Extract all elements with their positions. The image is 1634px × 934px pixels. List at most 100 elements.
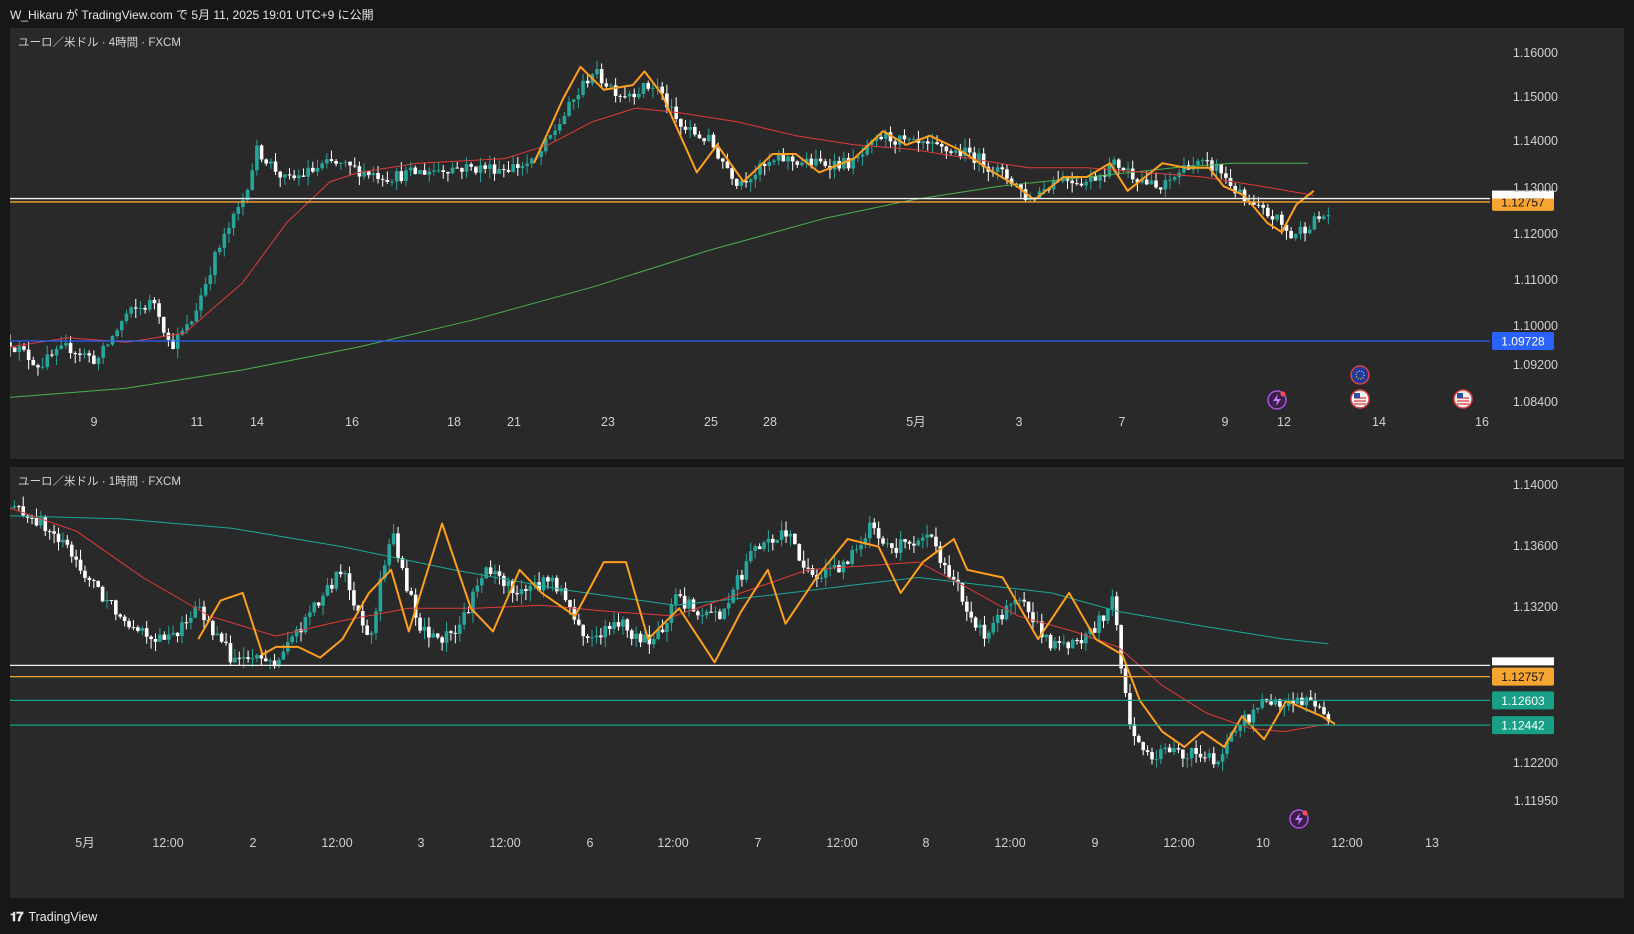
chart-4h-svg[interactable]: 1.127571.097281.160001.150001.140001.130…	[10, 28, 1624, 459]
candle-body	[568, 600, 572, 608]
candle-body	[916, 540, 921, 546]
candle-body	[1026, 601, 1031, 613]
candle-body	[713, 611, 718, 613]
candle-body	[1205, 160, 1210, 162]
x-tick-label: 5月	[906, 415, 925, 429]
candle-body	[995, 614, 1000, 624]
candle-body	[492, 164, 497, 174]
candle-body	[934, 536, 938, 547]
candle-body	[599, 68, 604, 84]
candle-body	[726, 602, 731, 609]
candle-body	[199, 295, 203, 311]
candle-body	[1106, 608, 1110, 621]
candle-body	[43, 517, 48, 532]
candle-body	[453, 632, 458, 634]
x-tick-label: 6	[587, 836, 594, 850]
candle-body	[497, 169, 501, 174]
footer: 𝟏𝟕 TradingView	[10, 906, 97, 928]
candle-body	[1321, 216, 1326, 219]
candle-body	[479, 578, 484, 586]
candle-body	[1130, 168, 1135, 180]
candle-body	[294, 629, 299, 637]
candle-body	[45, 354, 50, 367]
zigzag-line	[532, 65, 1315, 234]
candle-body	[735, 574, 740, 590]
candle-body	[1048, 634, 1053, 649]
candle-body	[557, 124, 562, 131]
candle-body	[233, 657, 237, 663]
candle-body	[269, 161, 273, 164]
candle-body	[26, 349, 31, 360]
candle-body	[767, 162, 772, 166]
candle-body	[147, 299, 152, 310]
candle-body	[762, 163, 767, 166]
candle-body	[211, 620, 215, 636]
candle-body	[68, 342, 73, 354]
tradingview-logo-icon[interactable]: 𝟏𝟕	[10, 909, 24, 925]
candle-body	[396, 533, 400, 559]
candle-body	[577, 619, 581, 625]
candle-body	[87, 577, 92, 581]
candle-body	[935, 142, 939, 145]
candle-body	[483, 165, 487, 169]
candle-body	[259, 145, 264, 160]
candle-body	[625, 619, 630, 631]
candle-body	[1141, 742, 1145, 751]
y-tick-label: 1.13000	[1513, 181, 1558, 195]
candle-body	[973, 617, 978, 628]
candle-body	[50, 354, 54, 356]
candle-body	[1159, 749, 1163, 760]
chart-pane-1h[interactable]: 1.12757 1.12603 1.12442 1.14000 1.13600 1.132…	[10, 467, 1624, 898]
chart-1h-svg[interactable]: 1.12757 1.12603 1.12442 1.14000 1.13600 1.132…	[10, 467, 1624, 898]
candle-body	[418, 617, 422, 631]
candle-body	[515, 164, 520, 168]
chart-4h-title: ユーロ／米ドル · 4時間 · FXCM	[18, 37, 181, 49]
candle-body	[506, 169, 511, 172]
candle-body	[387, 544, 392, 566]
candle-body	[669, 106, 674, 108]
candle-body	[502, 575, 506, 586]
candle-body	[17, 346, 22, 352]
candle-body	[771, 538, 775, 543]
candle-body	[1279, 214, 1284, 225]
candle-body	[982, 624, 987, 639]
candle-body	[1126, 168, 1130, 171]
candle-body	[832, 565, 837, 568]
footer-brand[interactable]: TradingView	[28, 910, 97, 924]
candle-body	[321, 595, 325, 606]
candle-body	[268, 660, 272, 662]
chart-pane-4h[interactable]: 1.12757 1.09728 1.16000 1.15000 1.14000 1.130…	[10, 28, 1624, 459]
candle-body	[819, 577, 824, 579]
candle-body	[292, 175, 296, 179]
x-tick-label: 12:00	[489, 836, 520, 850]
candle-body	[12, 506, 17, 508]
candle-body	[525, 163, 529, 167]
candle-body	[40, 366, 45, 368]
x-tick-label: 12:00	[826, 836, 857, 850]
candle-body	[638, 633, 643, 643]
candle-body	[1194, 748, 1198, 754]
candle-body	[697, 134, 702, 139]
x-tick-label: 9	[1222, 415, 1229, 429]
candles	[10, 496, 1331, 771]
candle-body	[478, 165, 483, 173]
candle-body	[158, 634, 162, 642]
candle-body	[1084, 181, 1088, 186]
candle-body	[329, 159, 334, 162]
y-tick-label: 1.10000	[1513, 319, 1558, 333]
candle-body	[74, 556, 78, 560]
candle-body	[947, 565, 951, 577]
candle-body	[621, 619, 625, 627]
candle-body	[1185, 758, 1190, 760]
candle-body	[464, 164, 469, 172]
candle-body	[188, 617, 193, 623]
candle-body	[599, 635, 603, 638]
candle-body	[907, 541, 912, 544]
candle-body	[197, 606, 202, 608]
x-tick-label: 12:00	[152, 836, 183, 850]
candle-body	[567, 101, 571, 116]
candle-body	[609, 85, 613, 87]
candle-body	[157, 303, 161, 317]
candle-body	[1150, 752, 1154, 760]
candle-body	[1116, 159, 1121, 168]
